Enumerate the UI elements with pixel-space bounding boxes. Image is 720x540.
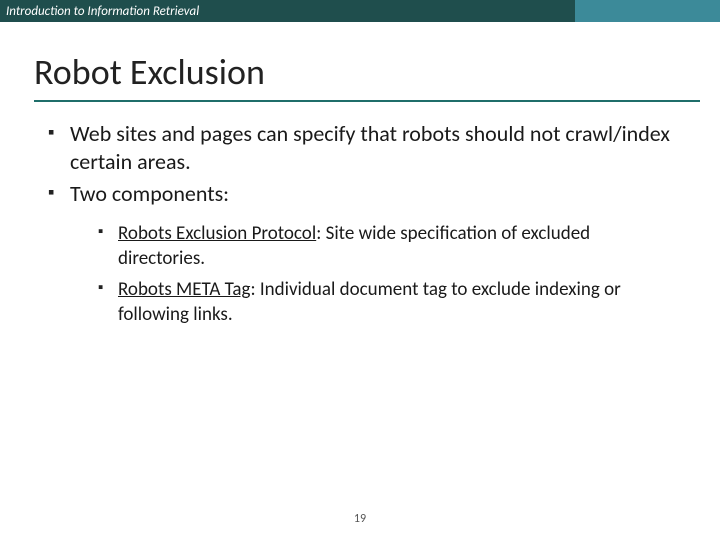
header-accent bbox=[575, 0, 720, 22]
bullet-text: Two components: bbox=[70, 180, 229, 207]
bullet-text: Web sites and pages can specify that rob… bbox=[70, 120, 670, 175]
content-area: Web sites and pages can specify that rob… bbox=[0, 102, 720, 327]
sub-bullet-list: Robots Exclusion Protocol: Site wide spe… bbox=[70, 222, 680, 327]
header-bar: Introduction to Information Retrieval bbox=[0, 0, 720, 22]
bullet-list: Web sites and pages can specify that rob… bbox=[40, 120, 680, 327]
slide-title: Robot Exclusion bbox=[0, 22, 720, 100]
bullet-item: Two components: Robots Exclusion Protoco… bbox=[48, 180, 680, 327]
page-number: 19 bbox=[0, 512, 720, 526]
course-title: Introduction to Information Retrieval bbox=[0, 4, 199, 19]
sub-bullet-item: Robots META Tag: Individual document tag… bbox=[98, 278, 680, 327]
sub-bullet-item: Robots Exclusion Protocol: Site wide spe… bbox=[98, 222, 680, 271]
bullet-item: Web sites and pages can specify that rob… bbox=[48, 120, 680, 176]
sub-bullet-term: Robots META Tag bbox=[118, 278, 250, 301]
sub-bullet-term: Robots Exclusion Protocol bbox=[118, 222, 316, 245]
